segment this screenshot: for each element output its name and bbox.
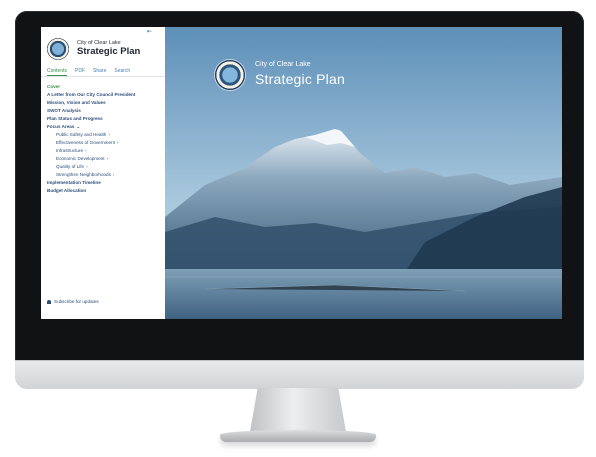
- nav-item-swot[interactable]: SWOT Analysis: [47, 107, 163, 115]
- tab-search[interactable]: Search: [114, 67, 130, 76]
- nav-item-budget[interactable]: Budget Allocation: [47, 187, 163, 195]
- nav-item-effectiveness[interactable]: Effectiveness of Government ›: [47, 139, 163, 147]
- chevron-right-icon: ›: [112, 172, 115, 177]
- nav-label: Implementation Timeline: [47, 180, 101, 185]
- contents-nav: Cover A Letter from Our City Council Pre…: [47, 83, 163, 195]
- nav-item-infrastructure[interactable]: Infrastructure ›: [47, 147, 163, 155]
- city-seal-emblem: [215, 60, 245, 90]
- monitor-chin: [15, 360, 584, 389]
- screen: ⇤ City of Clear Lake Strategic Plan Cont…: [41, 27, 562, 319]
- nav-label: Plan Status and Progress: [47, 116, 103, 121]
- nav-label: Strengthen Neighborhoods: [56, 172, 111, 177]
- nav-item-mission[interactable]: Mission, Vision and Values: [47, 99, 163, 107]
- nav-label: Effectiveness of Government: [56, 140, 115, 145]
- nav-item-focus-areas[interactable]: Focus Areas ⌄: [47, 123, 163, 131]
- chevron-right-icon: ›: [108, 132, 110, 137]
- subscribe-label: Subscribe for updates: [54, 299, 99, 304]
- nav-label: Infrastructure: [56, 148, 84, 153]
- nav-label: Quality of Life: [56, 164, 85, 169]
- chevron-right-icon: ›: [86, 164, 88, 169]
- cover-hero: City of Clear Lake Strategic Plan: [165, 27, 562, 319]
- chevron-right-icon: ›: [85, 148, 87, 153]
- bell-icon: [47, 299, 51, 304]
- nav-item-economic[interactable]: Economic Development ›: [47, 155, 163, 163]
- sidebar: ⇤ City of Clear Lake Strategic Plan Cont…: [41, 27, 166, 319]
- nav-item-neighborhoods[interactable]: Strengthen Neighborhoods ›: [47, 171, 163, 179]
- nav-item-plan-status[interactable]: Plan Status and Progress: [47, 115, 163, 123]
- nav-label: Mission, Vision and Values: [47, 100, 106, 105]
- nav-label: Budget Allocation: [47, 188, 87, 193]
- nav-item-timeline[interactable]: Implementation Timeline: [47, 179, 163, 187]
- nav-item-letter[interactable]: A Letter from Our City Council President: [47, 91, 163, 99]
- chevron-down-icon: ⌄: [76, 124, 81, 129]
- hero-city: City of Clear Lake: [255, 61, 311, 68]
- nav-label: Cover: [47, 84, 61, 89]
- nav-item-public-safety[interactable]: Public Safety and Health ›: [47, 131, 163, 139]
- tab-contents[interactable]: Contents: [47, 67, 68, 76]
- hero-title: Strategic Plan: [255, 71, 345, 87]
- nav-label: SWOT Analysis: [47, 108, 81, 113]
- monitor-stand-base: [220, 430, 376, 442]
- nav-label: A Letter from Our City Council President: [47, 92, 136, 97]
- nav-label: Public Safety and Health: [56, 132, 107, 137]
- chevron-right-icon: ›: [106, 156, 109, 161]
- brand[interactable]: City of Clear Lake Strategic Plan: [47, 38, 159, 62]
- tab-share[interactable]: Share: [93, 67, 106, 76]
- sidebar-tabs: Contents PDF Share Search: [41, 67, 165, 77]
- tab-pdf[interactable]: PDF: [75, 67, 85, 76]
- city-seal-logo: [47, 38, 69, 60]
- brand-title: Strategic Plan: [77, 46, 141, 57]
- subscribe-link[interactable]: Subscribe for updates: [47, 299, 99, 304]
- nav-item-quality-of-life[interactable]: Quality of Life ›: [47, 163, 163, 171]
- nav-label: Focus Areas: [47, 124, 75, 129]
- collapse-sidebar-icon[interactable]: ⇤: [147, 28, 152, 35]
- monitor-stand: [250, 388, 346, 432]
- nav-label: Economic Development: [56, 156, 105, 161]
- nav-item-cover[interactable]: Cover: [47, 83, 163, 91]
- chevron-right-icon: ›: [116, 140, 119, 145]
